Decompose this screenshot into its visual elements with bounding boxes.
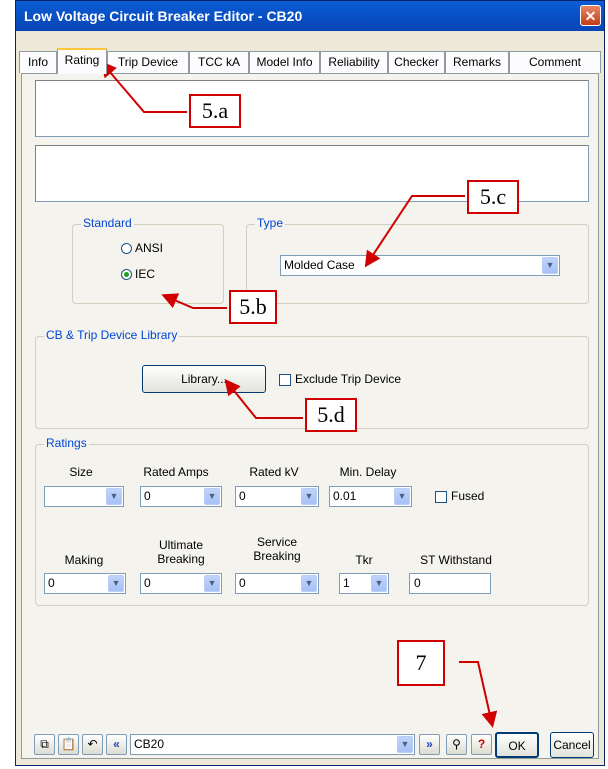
type-select[interactable]: Molded Case ▼ bbox=[280, 255, 560, 276]
exclude-trip-device-label: Exclude Trip Device bbox=[295, 372, 402, 386]
tab-info[interactable]: Info bbox=[19, 51, 57, 73]
st-withstand-input[interactable]: 0 bbox=[409, 573, 491, 594]
annotation-5d: 5.d bbox=[305, 398, 357, 432]
making-select-value: 0 bbox=[48, 576, 55, 590]
rated-kv-label: Rated kV bbox=[249, 465, 299, 479]
chevron-down-icon[interactable]: ▼ bbox=[371, 575, 387, 592]
copy-icon[interactable]: ⧉ bbox=[34, 734, 55, 755]
tab-tcc-ka[interactable]: TCC kA bbox=[189, 51, 249, 73]
annotation-5a: 5.a bbox=[189, 94, 241, 128]
annotation-7: 7 bbox=[397, 640, 445, 686]
size-label: Size bbox=[69, 465, 93, 479]
undo-icon[interactable]: ↶ bbox=[82, 734, 103, 755]
ratings-group: Ratings Size Rated Amps Rated kV Min. De… bbox=[35, 436, 589, 606]
radio-ansi[interactable]: ANSI bbox=[121, 241, 163, 255]
making-label: Making bbox=[64, 553, 104, 567]
radio-iec-label: IEC bbox=[135, 267, 156, 281]
breaker-editor-window: Low Voltage Circuit Breaker Editor - CB2… bbox=[15, 0, 605, 766]
cancel-button[interactable]: Cancel bbox=[550, 732, 594, 758]
chevron-down-icon[interactable]: ▼ bbox=[394, 488, 410, 505]
tab-reliability[interactable]: Reliability bbox=[320, 51, 388, 73]
radio-iec-circle bbox=[121, 269, 132, 281]
radio-ansi-label: ANSI bbox=[135, 241, 164, 255]
device-id-select[interactable]: CB20 ▼ bbox=[130, 734, 415, 755]
ultimate-breaking-select-value: 0 bbox=[144, 576, 151, 590]
exclude-trip-device-checkbox[interactable]: Exclude Trip Device bbox=[279, 372, 401, 386]
paste-icon[interactable]: 📋 bbox=[58, 734, 79, 755]
tab-trip-device[interactable]: Trip Device bbox=[107, 51, 189, 73]
fused-checkbox[interactable]: Fused bbox=[435, 489, 484, 503]
radio-iec[interactable]: IEC bbox=[121, 267, 155, 281]
chevron-down-icon[interactable]: ▼ bbox=[204, 488, 220, 505]
library-button[interactable]: Library... bbox=[142, 365, 266, 393]
radio-ansi-circle bbox=[121, 243, 132, 255]
chevron-down-icon[interactable]: ▼ bbox=[106, 488, 122, 505]
service-breaking-label: Service Breaking bbox=[253, 535, 301, 563]
tab-checker[interactable]: Checker bbox=[388, 51, 445, 73]
tkr-select-value: 1 bbox=[343, 576, 350, 590]
chevron-down-icon[interactable]: ▼ bbox=[301, 488, 317, 505]
fused-label: Fused bbox=[451, 489, 485, 503]
chevron-down-icon[interactable]: ▼ bbox=[397, 736, 413, 753]
size-select[interactable]: ▼ bbox=[44, 486, 124, 507]
rated-amps-label: Rated Amps bbox=[143, 465, 209, 479]
type-group: Type Molded Case ▼ bbox=[246, 216, 589, 304]
min-delay-label: Min. Delay bbox=[339, 465, 397, 479]
ultimate-breaking-select[interactable]: 0 ▼ bbox=[140, 573, 222, 594]
tab-remarks[interactable]: Remarks bbox=[445, 51, 509, 73]
service-breaking-select[interactable]: 0 ▼ bbox=[235, 573, 319, 594]
rated-kv-select-value: 0 bbox=[239, 489, 246, 503]
exclude-trip-device-box bbox=[279, 373, 291, 386]
rated-kv-select[interactable]: 0 ▼ bbox=[235, 486, 319, 507]
tab-comment[interactable]: Comment bbox=[509, 51, 601, 73]
tkr-select[interactable]: 1 ▼ bbox=[339, 573, 389, 594]
standard-label: Standard bbox=[81, 216, 134, 230]
rated-amps-select[interactable]: 0 ▼ bbox=[140, 486, 222, 507]
rated-amps-select-value: 0 bbox=[144, 489, 151, 503]
chevron-down-icon[interactable]: ▼ bbox=[108, 575, 124, 592]
find-binoculars-icon[interactable]: ⚲ bbox=[446, 734, 467, 755]
making-select[interactable]: 0 ▼ bbox=[44, 573, 126, 594]
annotation-5b: 5.b bbox=[229, 290, 277, 324]
ok-button[interactable]: OK bbox=[495, 732, 539, 758]
title-bar: Low Voltage Circuit Breaker Editor - CB2… bbox=[16, 1, 604, 31]
st-withstand-label: ST Withstand bbox=[420, 553, 492, 567]
help-icon[interactable]: ? bbox=[471, 734, 492, 755]
tkr-label: Tkr bbox=[355, 553, 373, 567]
ratings-label: Ratings bbox=[44, 436, 89, 450]
min-delay-select-value: 0.01 bbox=[333, 489, 357, 503]
previous-icon[interactable]: « bbox=[106, 734, 127, 755]
chevron-down-icon[interactable]: ▼ bbox=[204, 575, 220, 592]
next-icon[interactable]: » bbox=[419, 734, 440, 755]
type-select-value: Molded Case bbox=[284, 258, 355, 272]
fused-box bbox=[435, 490, 447, 503]
window-title: Low Voltage Circuit Breaker Editor - CB2… bbox=[24, 8, 303, 24]
type-label: Type bbox=[255, 216, 286, 230]
chevron-down-icon[interactable]: ▼ bbox=[301, 575, 317, 592]
library-label: CB & Trip Device Library bbox=[44, 328, 180, 342]
device-id-value: CB20 bbox=[134, 737, 165, 751]
annotation-5c: 5.c bbox=[467, 180, 519, 214]
tab-rating[interactable]: Rating bbox=[57, 48, 107, 74]
service-breaking-select-value: 0 bbox=[239, 576, 246, 590]
min-delay-select[interactable]: 0.01 ▼ bbox=[329, 486, 412, 507]
tab-model-info[interactable]: Model Info bbox=[249, 51, 320, 73]
description-box-1[interactable] bbox=[35, 80, 589, 137]
standard-group: Standard ANSI IEC bbox=[72, 216, 224, 304]
chevron-down-icon[interactable]: ▼ bbox=[542, 257, 558, 274]
ultimate-breaking-label: Ultimate Breaking bbox=[157, 538, 205, 566]
close-icon[interactable]: ✕ bbox=[580, 5, 601, 26]
